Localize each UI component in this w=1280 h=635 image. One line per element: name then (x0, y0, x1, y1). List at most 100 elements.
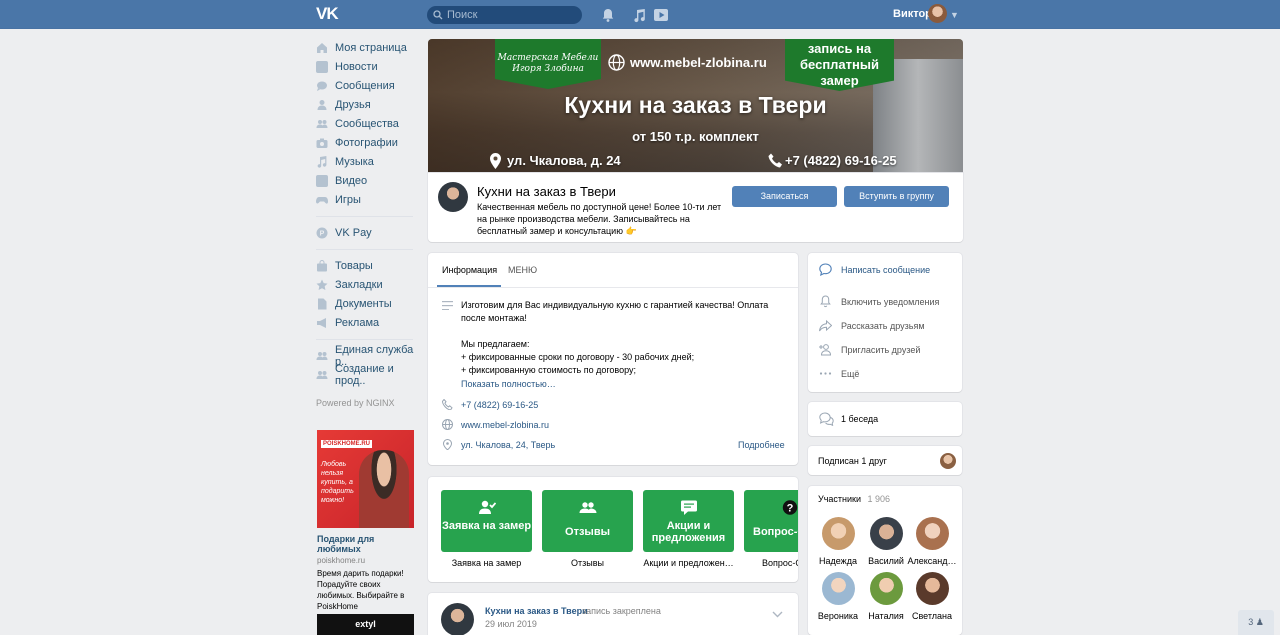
user-name[interactable]: Виктор (893, 8, 932, 20)
menu-item-video[interactable]: Видео (316, 171, 416, 190)
tile-caption[interactable]: Отзывы (542, 558, 633, 568)
left-menu: Моя страница Новости Сообщения Друзья Со… (316, 38, 416, 408)
menu-item-my-page[interactable]: Моя страница (316, 38, 416, 57)
show-more-link[interactable]: Показать полностью… (461, 379, 556, 389)
group-avatar[interactable] (438, 182, 468, 212)
active-tab-indicator (437, 285, 501, 287)
music-icon[interactable] (631, 7, 647, 23)
subscribe-button[interactable]: Записаться (732, 186, 837, 207)
members-block: Участники 1 906 Надежда Василий Александ… (808, 486, 962, 635)
tile-caption[interactable]: Заявка на замер (441, 558, 532, 568)
users-icon (579, 502, 597, 513)
more-action[interactable]: Ещё (819, 367, 859, 380)
info-address[interactable]: ул. Чкалова, 24, Тверь (461, 440, 555, 450)
cover-badge: запись на бесплатный замер (800, 41, 879, 88)
member-item[interactable]: Александ… (907, 517, 957, 566)
member-name: Александ… (907, 556, 957, 566)
menu-item-goods[interactable]: Товары (316, 256, 416, 275)
user-avatar[interactable] (928, 4, 947, 23)
ad-block-2[interactable]: extyl (317, 614, 414, 635)
tile-reviews[interactable]: Отзывы (542, 490, 633, 552)
cover-phone: +7 (4822) 69-16-25 (785, 153, 897, 168)
chats-block[interactable]: 1 беседа (808, 402, 962, 436)
post-author[interactable]: Кухни на заказ в Твери (485, 606, 588, 616)
user-check-icon (479, 500, 496, 514)
menu-item-communities[interactable]: Сообщества (316, 114, 416, 133)
menu-item-bookmarks[interactable]: Закладки (316, 275, 416, 294)
friend-avatar[interactable] (940, 453, 956, 469)
video-icon[interactable] (653, 7, 669, 23)
ad-person-photo (359, 450, 409, 528)
menu-item-news[interactable]: Новости (316, 57, 416, 76)
tile-label: Отзывы (565, 526, 610, 538)
menu-item-messages[interactable]: Сообщения (316, 76, 416, 95)
share-icon (819, 319, 832, 332)
menu-item-vkpay[interactable]: P VK Pay (316, 223, 416, 242)
group-header: Кухни на заказ в Твери Качественная мебе… (428, 173, 963, 242)
search-box[interactable] (427, 6, 582, 24)
question-icon: ? (782, 500, 798, 515)
actions-block: Написать сообщение Включить уведомления … (808, 253, 962, 392)
info-description: Изготовим для Вас индивидуальную кухню с… (461, 299, 791, 377)
ad-title[interactable]: Подарки для любимых (317, 534, 414, 554)
member-name: Светлана (911, 611, 953, 621)
info-site[interactable]: www.mebel-zlobina.ru (461, 420, 549, 430)
online-friends-button[interactable]: 3 ♟ (1238, 610, 1274, 635)
tile-promotions[interactable]: Акции и предложения (643, 490, 734, 552)
member-item[interactable]: Вероника (813, 572, 863, 621)
users-icon (316, 119, 328, 128)
ad-block[interactable]: POISKHOME.RU Любовь нельзя купить, а под… (317, 430, 414, 612)
menu-item-label: Моя страница (335, 41, 407, 54)
menu-item-ads[interactable]: Реклама (316, 313, 416, 332)
menu-item-label: Сообщества (335, 117, 399, 130)
menu-item-music[interactable]: Музыка (316, 152, 416, 171)
write-message-action[interactable]: Написать сообщение (819, 263, 930, 276)
chats-count: 1 беседа (841, 414, 879, 424)
powered-by: Powered by NGINX (316, 398, 395, 408)
post-date[interactable]: 29 июл 2019 (485, 619, 537, 629)
menu-item-documents[interactable]: Документы (316, 294, 416, 313)
chevron-down-icon[interactable]: ▼ (950, 10, 959, 20)
group-cover: Мастерская Мебели Игоря Злобина www.mebe… (428, 39, 963, 173)
menu-item-photos[interactable]: Фотографии (316, 133, 416, 152)
menu-item-community-2[interactable]: Создание и прод.. (316, 363, 416, 387)
bell-icon[interactable] (600, 7, 616, 23)
star-icon (316, 279, 328, 290)
ad-image[interactable]: POISKHOME.RU Любовь нельзя купить, а под… (317, 430, 414, 528)
tile-measure-request[interactable]: Заявка на замер (441, 490, 532, 552)
member-item[interactable]: Наталия (861, 572, 911, 621)
ad-domain[interactable]: poiskhome.ru (317, 556, 414, 565)
invite-action[interactable]: Пригласить друзей (819, 343, 920, 356)
tab-menu[interactable]: МЕНЮ (508, 265, 537, 275)
members-title[interactable]: Участники 1 906 (818, 494, 890, 504)
text-lines-icon (442, 301, 453, 310)
tile-caption[interactable]: Акции и предложен… (643, 558, 734, 568)
info-text-line: Изготовим для Вас индивидуальную кухню с… (461, 300, 769, 323)
chats-icon (819, 412, 834, 426)
message-icon (819, 263, 832, 276)
ad-slogan: Любовь нельзя купить, а подарить можно! (321, 461, 354, 504)
join-group-button[interactable]: Вступить в группу (844, 186, 949, 207)
members-count: 1 906 (867, 494, 891, 504)
search-input[interactable] (447, 6, 577, 24)
member-item[interactable]: Василий (861, 517, 911, 566)
menu-item-label: Товары (335, 259, 373, 272)
menu-item-games[interactable]: Игры (316, 190, 416, 209)
chevron-down-icon[interactable] (772, 611, 783, 618)
action-label: Рассказать друзьям (841, 320, 925, 331)
news-icon (316, 60, 328, 73)
menu-item-friends[interactable]: Друзья (316, 95, 416, 114)
share-action[interactable]: Рассказать друзьям (819, 319, 925, 332)
friends-subscribed-block[interactable]: Подписан 1 друг (808, 446, 962, 475)
tile-faq[interactable]: ? Вопрос-О (744, 490, 798, 552)
tile-caption[interactable]: Вопрос-О (744, 558, 798, 568)
tab-info[interactable]: Информация (442, 265, 497, 275)
member-item[interactable]: Надежда (813, 517, 863, 566)
post-author-avatar[interactable] (441, 603, 474, 635)
music-icon (317, 155, 327, 168)
member-item[interactable]: Светлана (907, 572, 957, 621)
vk-logo[interactable]: VK (316, 5, 340, 22)
notify-action[interactable]: Включить уведомления (819, 295, 939, 308)
more-details-link[interactable]: Подробнее (738, 440, 785, 450)
info-phone[interactable]: +7 (4822) 69-16-25 (461, 400, 538, 410)
